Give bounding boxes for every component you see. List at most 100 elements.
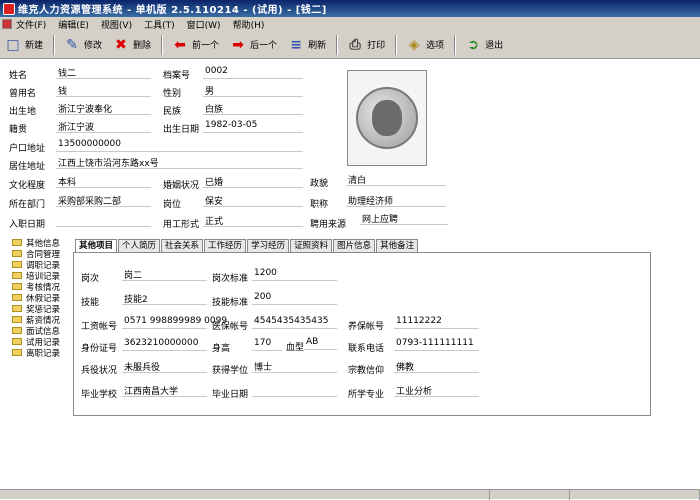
joindate-field[interactable] bbox=[56, 214, 151, 227]
degree-label: 获得学位 bbox=[212, 366, 249, 376]
political-field[interactable]: 清白 bbox=[346, 173, 446, 186]
edu-field[interactable]: 本科 bbox=[56, 175, 151, 188]
dept-label: 所在部门 bbox=[9, 200, 46, 210]
menu-help[interactable]: 帮助(H) bbox=[233, 18, 265, 31]
fileno-field[interactable]: 0002 bbox=[203, 66, 303, 79]
exit-icon: ➲ bbox=[467, 36, 479, 53]
rank-field[interactable]: 岗二 bbox=[122, 268, 207, 281]
folder-icon bbox=[12, 316, 22, 323]
edit-button[interactable]: ✎ 修改 bbox=[63, 34, 102, 56]
ethnic-field[interactable]: 白族 bbox=[203, 102, 303, 115]
skillstd-field[interactable]: 200 bbox=[252, 292, 337, 305]
skill-field[interactable]: 技能2 bbox=[122, 292, 207, 305]
portrait-coin-image bbox=[356, 87, 418, 149]
bloodtype-field[interactable]: AB bbox=[304, 337, 337, 350]
religion-field[interactable]: 佛教 bbox=[394, 360, 479, 373]
rankstd-field[interactable]: 1200 bbox=[252, 268, 337, 281]
source-label: 聘用来源 bbox=[310, 220, 347, 230]
tree-item[interactable]: 调职记录 bbox=[12, 259, 60, 271]
ethnic-label: 民族 bbox=[163, 107, 182, 117]
tree-item[interactable]: 考核情况 bbox=[12, 281, 60, 293]
tab-resume[interactable]: 个人简历 bbox=[118, 239, 161, 252]
tab-other-items[interactable]: 其他项目 bbox=[75, 239, 118, 252]
bloodtype-label: 血型 bbox=[286, 343, 305, 353]
medacct-field[interactable]: 4545435435435 bbox=[252, 316, 337, 329]
exit-button[interactable]: ➲ 退出 bbox=[464, 34, 503, 56]
military-label: 兵役状况 bbox=[81, 366, 118, 376]
degree-field[interactable]: 博士 bbox=[252, 360, 337, 373]
tab-images[interactable]: 图片信息 bbox=[333, 239, 376, 252]
print-button[interactable]: ⎙ 打印 bbox=[346, 34, 385, 56]
height-field[interactable]: 170 bbox=[252, 338, 282, 351]
tree-item[interactable]: 奖惩记录 bbox=[12, 303, 60, 315]
usedname-field[interactable]: 钱 bbox=[56, 84, 151, 97]
menu-file[interactable]: 文件(F) bbox=[16, 18, 46, 31]
major-field[interactable]: 工业分析 bbox=[394, 384, 479, 397]
tree-item[interactable]: 薪资情况 bbox=[12, 314, 60, 326]
folder-icon bbox=[12, 261, 22, 268]
post-field[interactable]: 保安 bbox=[203, 194, 303, 207]
tree-item[interactable]: 合同管理 bbox=[12, 248, 60, 260]
joindate-label: 入职日期 bbox=[9, 220, 46, 230]
skillstd-label: 技能标准 bbox=[212, 298, 249, 308]
wageacct-field[interactable]: 0571 998899989 0099 bbox=[122, 316, 227, 329]
jobtitle-label: 职称 bbox=[310, 200, 329, 210]
tab-certificates[interactable]: 证照资料 bbox=[290, 239, 333, 252]
workform-field[interactable]: 正式 bbox=[203, 214, 303, 227]
ssacct-label: 养保帐号 bbox=[348, 322, 385, 332]
source-field[interactable]: 网上应聘 bbox=[360, 212, 448, 225]
category-tree: 其他信息 合同管理 调职记录 培训记录 考核情况 休假记录 奖惩记录 薪资情况 … bbox=[12, 237, 60, 359]
menu-window[interactable]: 窗口(W) bbox=[187, 18, 221, 31]
options-button[interactable]: ◈ 选项 bbox=[405, 34, 444, 56]
refresh-button[interactable]: ≡ 刷新 bbox=[287, 34, 326, 56]
tab-work-history[interactable]: 工作经历 bbox=[204, 239, 247, 252]
document-icon[interactable] bbox=[2, 19, 12, 29]
idcard-field[interactable]: 3623210000000 bbox=[122, 338, 207, 351]
school-field[interactable]: 江西南昌大学 bbox=[122, 384, 207, 397]
hukou-label: 户口地址 bbox=[9, 144, 46, 154]
wageacct-label: 工资帐号 bbox=[81, 322, 118, 332]
tree-item[interactable]: 试用记录 bbox=[12, 336, 60, 348]
native-field[interactable]: 浙江宁波 bbox=[56, 120, 151, 133]
jobtitle-field[interactable]: 助理经济师 bbox=[346, 194, 446, 207]
gender-field[interactable]: 男 bbox=[203, 84, 303, 97]
tab-social[interactable]: 社会关系 bbox=[161, 239, 204, 252]
menu-tools[interactable]: 工具(T) bbox=[144, 18, 175, 31]
arrow-left-icon: ⬅ bbox=[174, 36, 186, 53]
tab-study-history[interactable]: 学习经历 bbox=[247, 239, 290, 252]
prev-button[interactable]: ⬅ 前一个 bbox=[171, 34, 219, 56]
next-button[interactable]: ➡ 后一个 bbox=[229, 34, 277, 56]
address-field[interactable]: 江西上饶市沿河东路xx号 bbox=[56, 156, 303, 169]
menu-bar: 文件(F) 编辑(E) 视图(V) 工具(T) 窗口(W) 帮助(H) bbox=[0, 17, 700, 31]
graddate-field[interactable] bbox=[252, 384, 337, 397]
menu-view[interactable]: 视图(V) bbox=[101, 18, 132, 31]
name-field[interactable]: 钱二 bbox=[56, 66, 151, 79]
dept-field[interactable]: 采购部采购二部 bbox=[56, 194, 151, 207]
new-record-icon: □ bbox=[6, 36, 20, 53]
birthdate-label: 出生日期 bbox=[163, 125, 200, 135]
phone-field[interactable]: 0793-111111111 bbox=[394, 338, 479, 351]
marital-field[interactable]: 已婚 bbox=[203, 175, 303, 188]
tree-item[interactable]: 休假记录 bbox=[12, 292, 60, 304]
skill-label: 技能 bbox=[81, 298, 100, 308]
idcard-label: 身份证号 bbox=[81, 344, 118, 354]
birthplace-field[interactable]: 浙江宁波奉化 bbox=[56, 102, 151, 115]
hukou-field[interactable]: 13500000000 bbox=[56, 139, 303, 152]
gender-label: 性别 bbox=[163, 89, 182, 99]
tab-notes[interactable]: 其他备注 bbox=[376, 239, 419, 252]
school-label: 毕业学校 bbox=[81, 390, 118, 400]
folder-icon bbox=[12, 338, 22, 345]
new-button[interactable]: □ 新建 bbox=[4, 34, 43, 56]
folder-icon bbox=[12, 272, 22, 279]
military-field[interactable]: 未服兵役 bbox=[122, 360, 207, 373]
tree-item[interactable]: 面试信息 bbox=[12, 325, 60, 337]
tree-item[interactable]: 离职记录 bbox=[12, 347, 60, 359]
menu-edit[interactable]: 编辑(E) bbox=[58, 18, 89, 31]
delete-button[interactable]: ✖ 删除 bbox=[112, 34, 151, 56]
ssacct-field[interactable]: 11112222 bbox=[394, 316, 479, 329]
birthdate-field[interactable]: 1982-03-05 bbox=[203, 120, 303, 133]
edu-label: 文化程度 bbox=[9, 181, 46, 191]
tree-item[interactable]: 培训记录 bbox=[12, 270, 60, 282]
employee-photo[interactable] bbox=[347, 70, 427, 166]
tree-item[interactable]: 其他信息 bbox=[12, 237, 60, 249]
